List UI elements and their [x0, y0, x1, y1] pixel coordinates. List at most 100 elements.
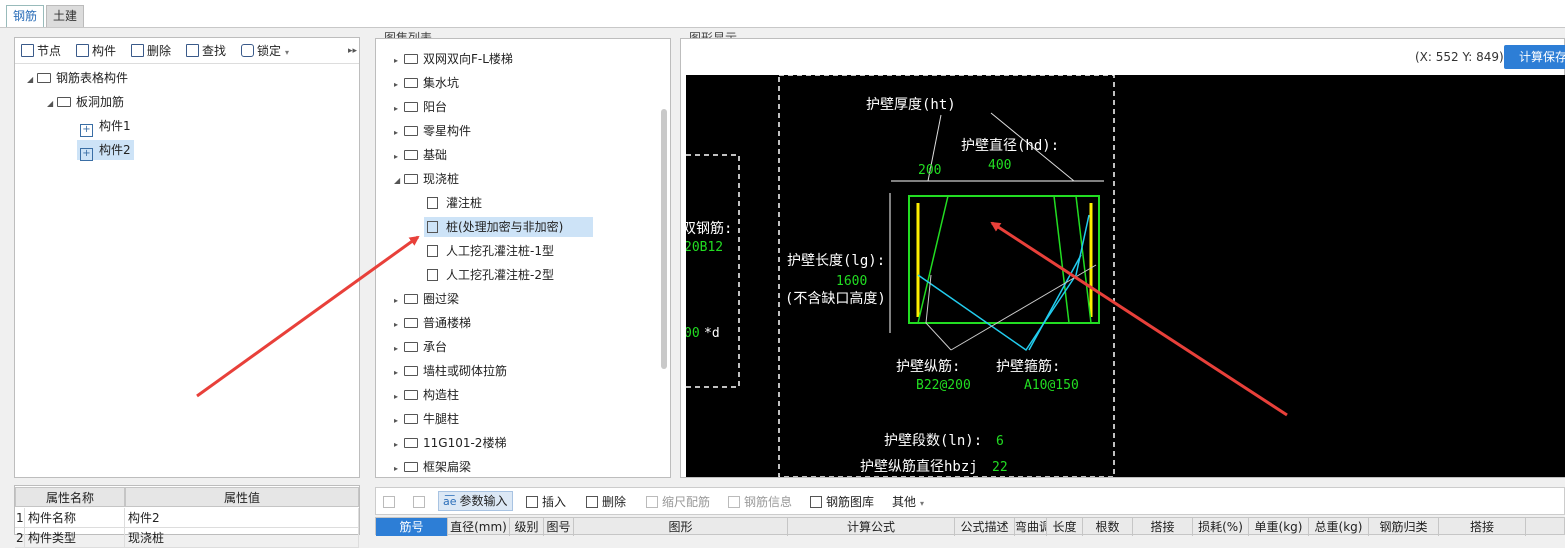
graph-display-panel: (X: 552 Y: 849) 计算保存 护壁厚度(ht) 200 护壁直径(h… [680, 38, 1565, 478]
grid-column-header[interactable]: 弯曲调整 [1015, 518, 1047, 536]
prop-row-index: 2 [15, 528, 25, 548]
tree-item-component1[interactable]: + 构件1 [77, 116, 134, 137]
grid-column-header[interactable]: 单重(kg) [1249, 518, 1309, 536]
folder-icon [404, 342, 418, 352]
grid-column-header[interactable]: 图形 [574, 518, 788, 536]
expand-icon: ▸ [394, 320, 399, 329]
grid-column-header[interactable]: 损耗(%) [1193, 518, 1249, 536]
rebar-toolbar: a͞e 参数输入 插入 删除 缩尺配筋 钢筋信息 钢筋图库 其他 ▾ [375, 487, 1565, 515]
prop-row-value[interactable]: 现浇桩 [125, 528, 359, 548]
thickness-label: 护壁厚度(ht) [866, 97, 956, 113]
atlas-folder[interactable]: ▸ 阳台 [394, 97, 447, 117]
other-menu-button[interactable]: 其他 ▾ [892, 494, 924, 510]
drawing-canvas[interactable]: 护壁厚度(ht) 200 护壁直径(hd): 400 护壁长度(lg): 160… [686, 75, 1565, 477]
grid-column-header[interactable]: 搭接 [1133, 518, 1193, 536]
tree-root[interactable]: ◢ 钢筋表格构件 [27, 68, 128, 88]
move-up-icon[interactable] [383, 494, 399, 510]
atlas-folder-label: 圈过梁 [423, 292, 460, 306]
folder-icon [404, 366, 418, 376]
node-button[interactable]: 节点 [21, 43, 61, 59]
segments-value: 6 [996, 434, 1004, 449]
tree-item-label: 构件2 [99, 143, 131, 157]
tree-child-label: 板洞加筋 [76, 95, 125, 109]
find-button[interactable]: 查找 [186, 43, 226, 59]
atlas-folder[interactable]: ▸ 牛腿柱 [394, 409, 459, 429]
atlas-folder[interactable]: ▸ 基础 [394, 145, 447, 165]
rebar-info-button[interactable]: 钢筋信息 [728, 494, 792, 510]
grid-column-header[interactable]: 搭接 [1439, 518, 1526, 536]
left-frame [686, 154, 740, 388]
grid-column-header[interactable]: 图号 [544, 518, 574, 536]
document-icon [427, 245, 438, 257]
grid-column-header[interactable]: 钢筋归类 [1369, 518, 1439, 536]
chevron-down-icon: ▾ [920, 499, 925, 508]
atlas-item[interactable]: 灌注桩 [424, 193, 512, 213]
atlas-folder[interactable]: ▸ 构造柱 [394, 385, 459, 405]
stirrup-label: 护壁箍筋: [996, 358, 1060, 375]
atlas-item[interactable]: 桩(处理加密与非加密) [424, 217, 594, 237]
insert-button[interactable]: 插入 [526, 494, 566, 510]
atlas-folder-label: 零星构件 [423, 124, 472, 138]
tree-item-label: 构件1 [99, 119, 131, 133]
scale-rebar-button[interactable]: 缩尺配筋 [646, 494, 710, 510]
grid-column-header[interactable]: 计算公式 [788, 518, 955, 536]
document-icon [427, 197, 438, 209]
expand-icon: ▸ [394, 344, 399, 353]
folder-icon [404, 438, 418, 448]
atlas-item[interactable]: 人工挖孔灌注桩-1型 [424, 241, 584, 261]
partial-value: 20B12 [686, 240, 723, 255]
move-down-icon[interactable] [413, 494, 429, 510]
prop-row-name: 构件类型 [25, 528, 125, 548]
rebar-diagram: 护壁厚度(ht) 200 护壁直径(hd): 400 护壁长度(lg): 160… [686, 75, 1115, 477]
atlas-folder[interactable]: ▸ 11G101-2楼梯 [394, 433, 506, 453]
stirrup-line [917, 214, 1090, 352]
grid-column-header[interactable]: 根数 [1083, 518, 1133, 536]
atlas-folder[interactable]: ▸ 普通楼梯 [394, 313, 471, 333]
leader-line [925, 274, 952, 351]
atlas-folder[interactable]: ▸ 零星构件 [394, 121, 471, 141]
atlas-item[interactable]: 人工挖孔灌注桩-2型 [424, 265, 584, 285]
stirrup-value: A10@150 [1024, 378, 1079, 393]
tab-civil[interactable]: 土建 [46, 5, 85, 27]
grid-column-header[interactable]: 公式描述 [955, 518, 1015, 536]
partial-value: 00 [686, 326, 700, 341]
tree-child-folder[interactable]: ◢ 板洞加筋 [47, 92, 124, 112]
atlas-folder[interactable]: ▸ 墙柱或砌体拉筋 [394, 361, 507, 381]
expand-icon[interactable]: ▸▸ [348, 43, 357, 59]
lock-label: 锁定 [257, 44, 282, 58]
grid-column-header[interactable]: 直径(mm) [448, 518, 510, 536]
node-label: 节点 [37, 44, 62, 58]
delete-row-button[interactable]: 删除 [586, 494, 626, 510]
info-icon [728, 496, 740, 508]
grid-column-header[interactable]: 总重(kg) [1309, 518, 1369, 536]
grid-column-header[interactable]: 级别 [510, 518, 544, 536]
grid-column-header[interactable]: 长度 [1047, 518, 1083, 536]
tree-item-component2[interactable]: + 构件2 [77, 140, 134, 161]
atlas-folder[interactable]: ▸ 圈过梁 [394, 289, 459, 309]
param-input-button[interactable]: a͞e 参数输入 [438, 491, 513, 511]
rebar-library-button[interactable]: 钢筋图库 [810, 494, 874, 510]
scrollbar[interactable] [661, 109, 667, 369]
insert-label: 插入 [542, 495, 567, 509]
length-value: 1600 [836, 274, 867, 289]
lock-button[interactable]: 锁定 ▾ [241, 43, 289, 59]
grid-column-header[interactable]: 筋号 [376, 518, 448, 536]
scale-label: 缩尺配筋 [662, 495, 711, 509]
atlas-folder[interactable]: ▸ 双网双向F-L楼梯 [394, 49, 513, 69]
atlas-folder[interactable]: ▸ 框架扁梁 [394, 457, 471, 477]
atlas-folder[interactable]: ▸ 集水坑 [394, 73, 459, 93]
prop-row-value[interactable]: 构件2 [125, 508, 359, 528]
prop-header-value: 属性值 [125, 487, 359, 507]
atlas-folder-label: 基础 [423, 148, 448, 162]
atlas-folder[interactable]: ▸ 承台 [394, 337, 447, 357]
tree-toolbar: 节点 构件 删除 查找 锁定 ▾ ▸▸ [15, 38, 359, 64]
calculate-save-button[interactable]: 计算保存 [1504, 45, 1565, 69]
component-icon: + [80, 148, 93, 161]
atlas-folder[interactable]: ◢ 现浇桩 [394, 169, 459, 189]
delete-button[interactable]: 删除 [131, 43, 171, 59]
wall-outline [908, 195, 1100, 324]
tab-rebar[interactable]: 钢筋 [6, 5, 45, 27]
param-icon: a͞e [443, 495, 457, 508]
segments-label: 护壁段数(ln): [884, 433, 982, 449]
component-button[interactable]: 构件 [76, 43, 116, 59]
